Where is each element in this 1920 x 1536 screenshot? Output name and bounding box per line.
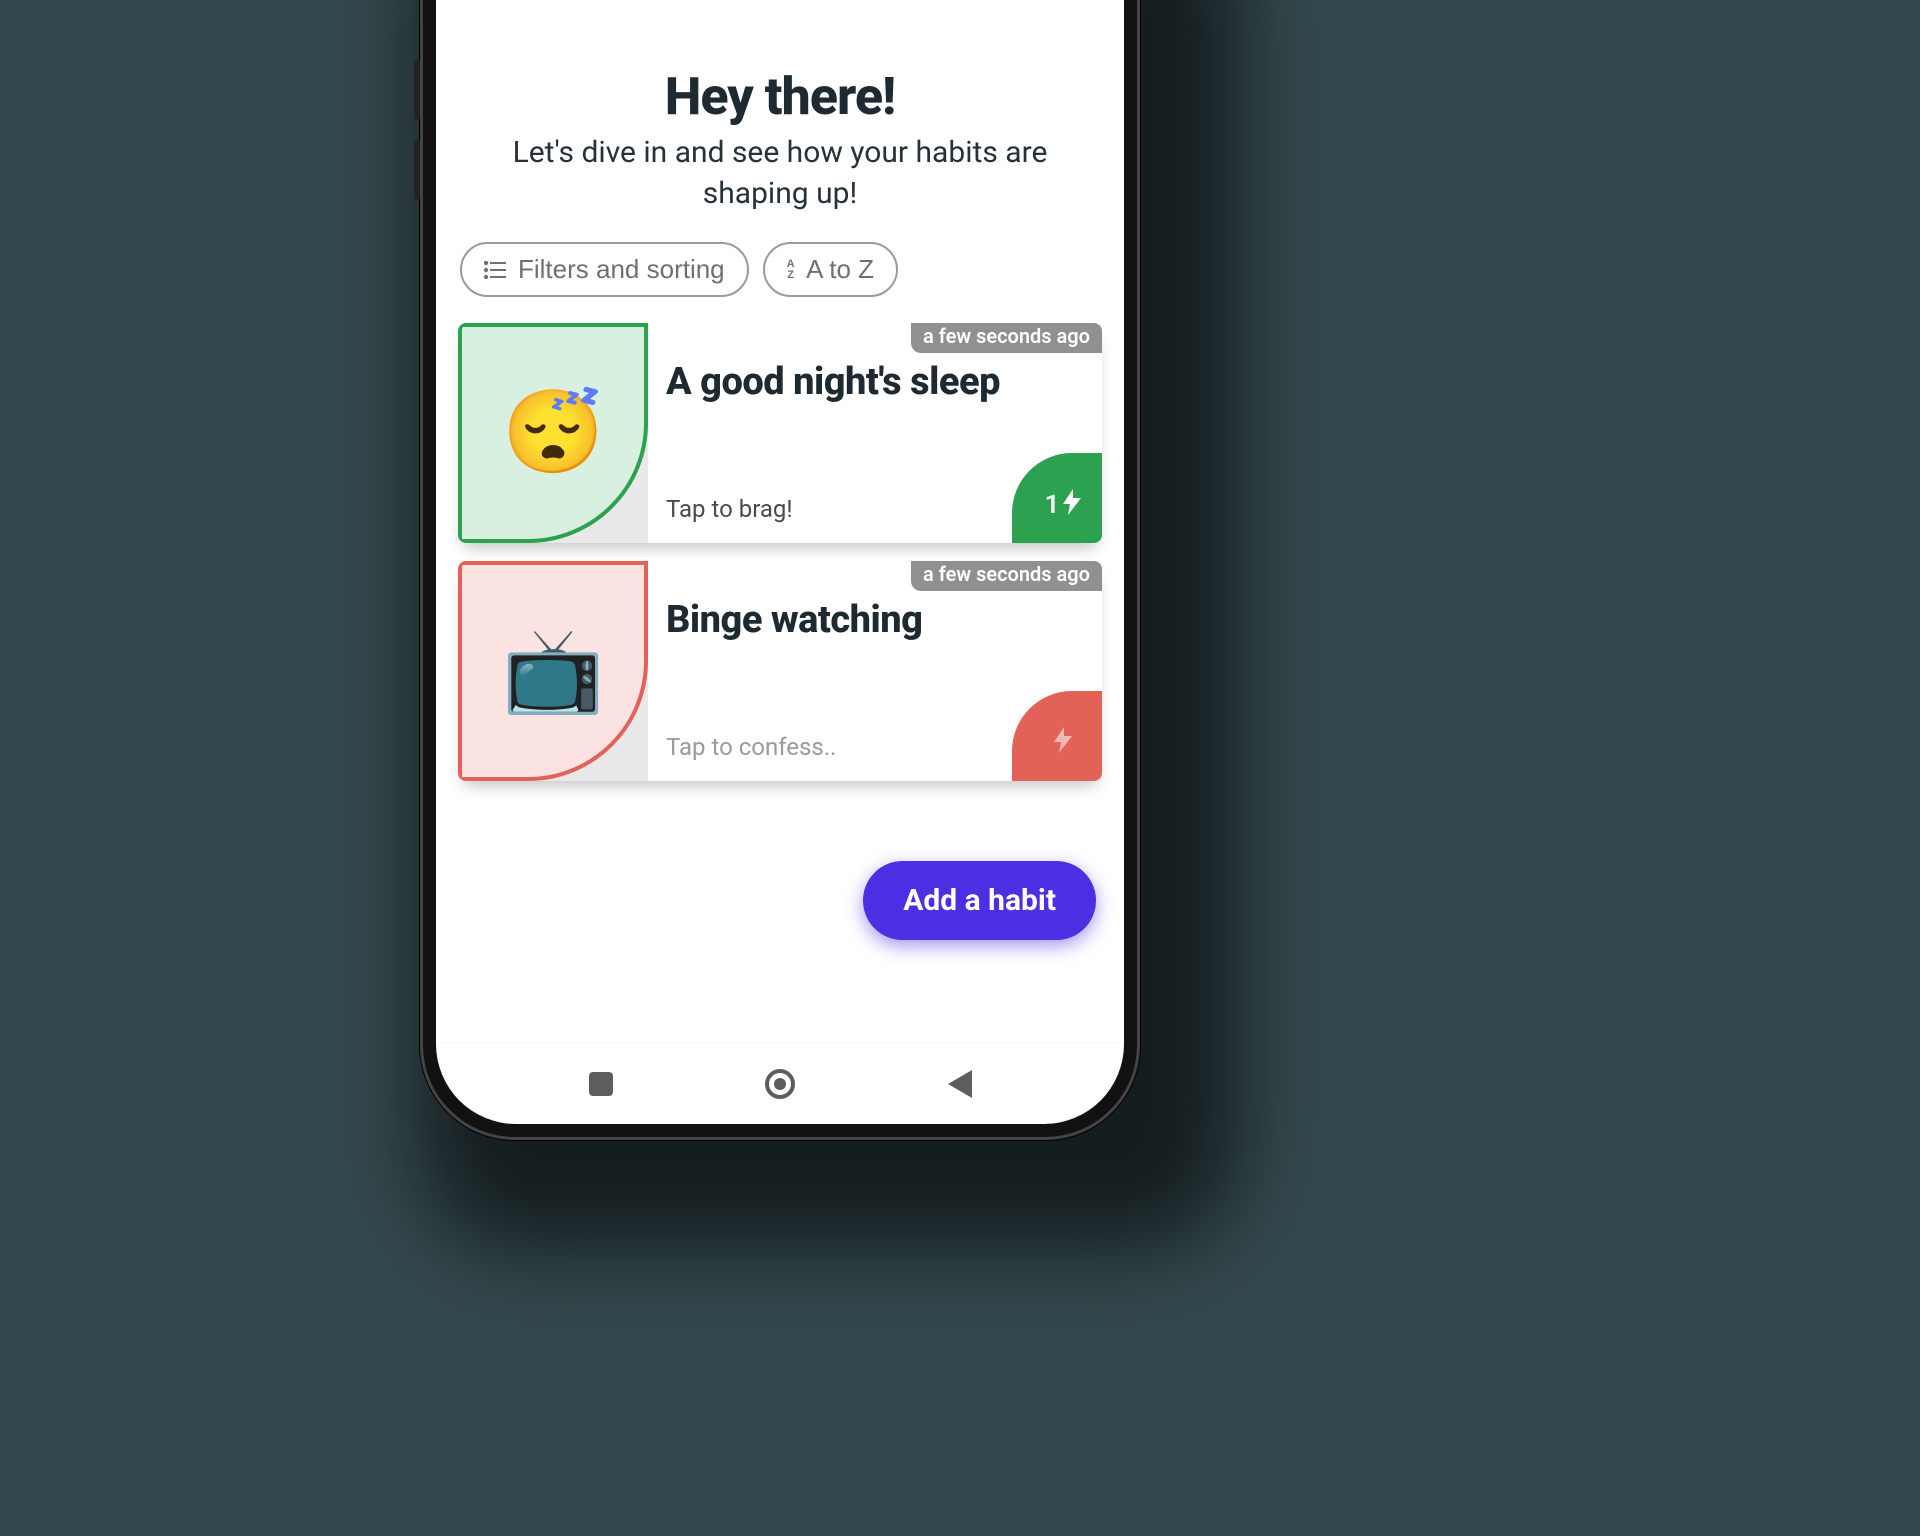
nav-back-icon[interactable] [948, 1070, 972, 1098]
bolt-icon [1063, 489, 1081, 522]
page-subtitle: Let's dive in and see how your habits ar… [464, 133, 1096, 214]
habit-card-binge[interactable]: 📺 a few seconds ago Binge watching Tap t… [458, 561, 1102, 781]
list-icon [484, 261, 506, 279]
nav-recent-icon[interactable] [589, 1072, 613, 1096]
timestamp-badge: a few seconds ago [911, 323, 1102, 353]
sort-chip[interactable]: AZ A to Z [763, 242, 898, 297]
streak-count: 1 [1045, 490, 1060, 520]
timestamp-badge: a few seconds ago [911, 561, 1102, 591]
filter-chip-row: Filters and sorting AZ A to Z [436, 214, 1124, 315]
android-navbar [436, 1042, 1124, 1124]
habit-title: Binge watching [666, 599, 1084, 642]
filters-sorting-label: Filters and sorting [518, 254, 725, 285]
phone-screen: Hey there! Let's dive in and see how you… [436, 0, 1124, 1124]
habit-emoji-tile: 😴 [458, 323, 648, 543]
habit-emoji-tile: 📺 [458, 561, 648, 781]
add-habit-button[interactable]: Add a habit [863, 861, 1096, 940]
tv-emoji-icon: 📺 [502, 623, 604, 719]
sort-label: A to Z [806, 254, 874, 285]
nav-home-icon[interactable] [765, 1069, 795, 1099]
habit-card-sleep[interactable]: 😴 a few seconds ago A good night's sleep… [458, 323, 1102, 543]
bolt-icon [1054, 727, 1072, 760]
page-title: Hey there! [436, 66, 1124, 127]
sleep-emoji-icon: 😴 [502, 385, 604, 481]
phone-frame: Hey there! Let's dive in and see how you… [420, 0, 1140, 1140]
az-icon: AZ [787, 259, 794, 281]
habit-title: A good night's sleep [666, 361, 1084, 404]
filters-sorting-chip[interactable]: Filters and sorting [460, 242, 749, 297]
